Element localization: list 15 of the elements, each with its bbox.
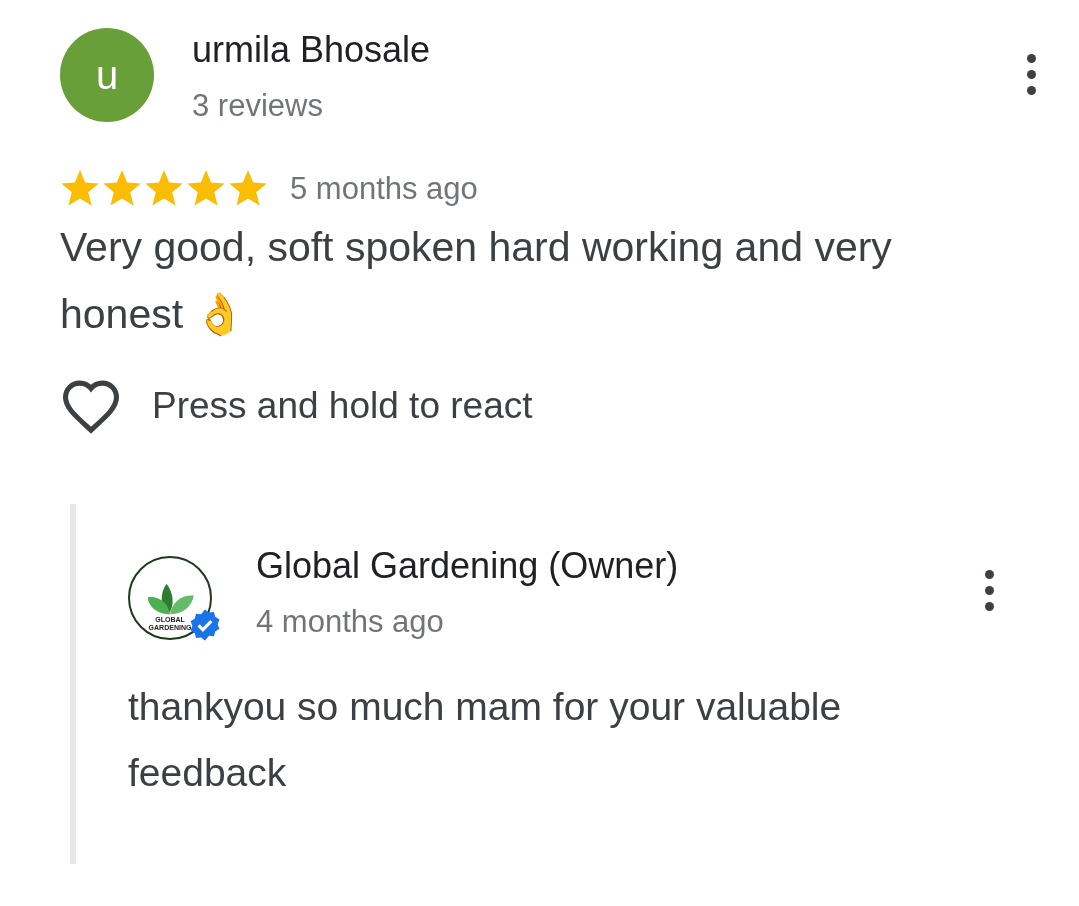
star-icon: [228, 170, 268, 208]
review-count: 3 reviews: [192, 87, 324, 125]
review-text: Very good, soft spoken hard working and very honest 👌: [60, 223, 893, 339]
react-button[interactable]: Press and hold to react: [60, 378, 533, 434]
star-icon: [102, 170, 142, 208]
reply-text: thankyou so much mam for your valuable feedback: [128, 684, 843, 796]
avatar: u: [60, 28, 154, 122]
star-icon: [60, 170, 100, 208]
heart-icon: [60, 378, 122, 434]
star-icon: [186, 170, 226, 208]
owner-name: Global Gardening (Owner): [256, 544, 680, 588]
reply-time: 4 months ago: [256, 603, 445, 641]
reviewer-name: urmila Bhosale: [192, 28, 432, 72]
star-icon: [144, 170, 184, 208]
review-time: 5 months ago: [290, 171, 478, 207]
